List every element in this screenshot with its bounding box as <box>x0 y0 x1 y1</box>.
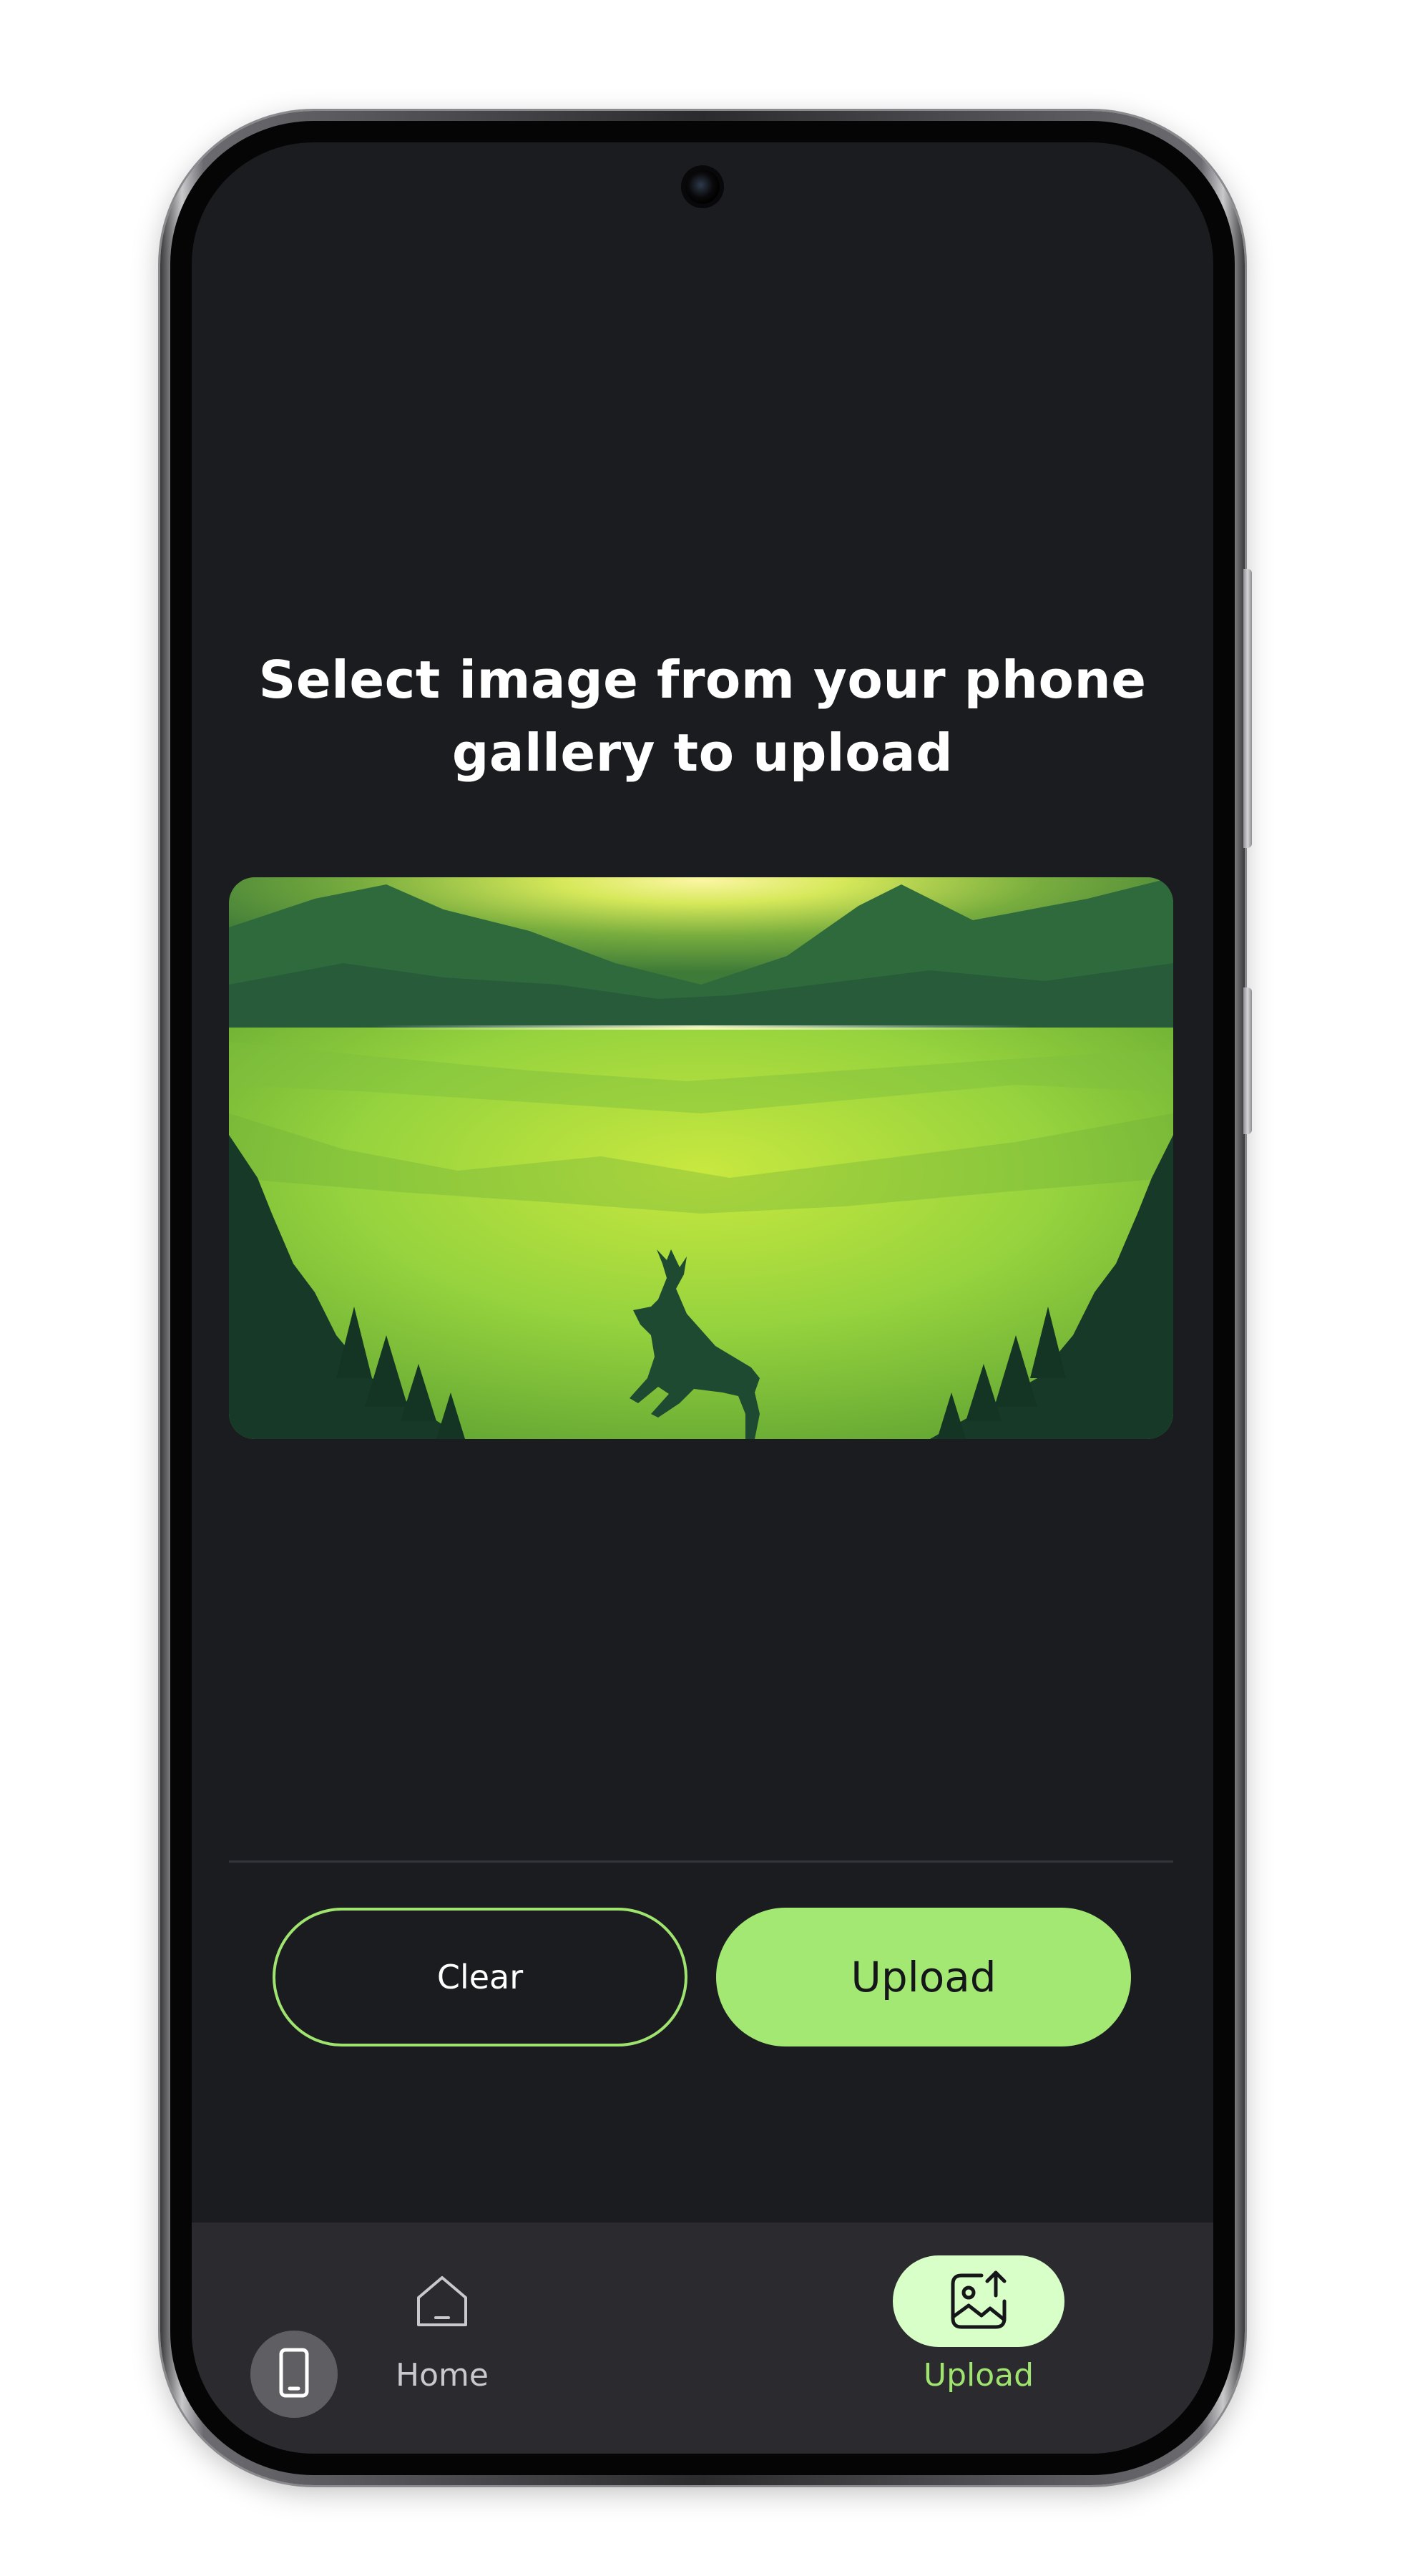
phone-frame: Select image from your phone gallery to … <box>160 111 1252 2485</box>
nav-item-upload-label: Upload <box>923 2357 1034 2394</box>
page-title: Select image from your phone gallery to … <box>249 643 1156 789</box>
clear-button-label: Clear <box>436 1958 524 1996</box>
selected-image-preview[interactable] <box>229 877 1173 1439</box>
page-title-line1: Select image from your phone <box>258 650 1147 710</box>
power-button <box>1243 987 1252 1134</box>
volume-button <box>1243 569 1252 848</box>
phone-device-icon <box>273 2347 315 2401</box>
front-camera <box>685 170 720 204</box>
upload-button[interactable]: Upload <box>716 1908 1131 2046</box>
bottom-navigation: Home Upload <box>192 2223 1213 2454</box>
nav-item-upload[interactable]: Upload <box>871 2255 1086 2394</box>
home-icon <box>356 2255 528 2347</box>
nav-item-home[interactable]: Home <box>363 2255 521 2394</box>
upload-button-label: Upload <box>851 1953 997 2001</box>
section-divider <box>229 1860 1173 1863</box>
landscape-deer-illustration <box>229 877 1173 1439</box>
app-screen: Select image from your phone gallery to … <box>192 142 1213 2454</box>
clear-button[interactable]: Clear <box>273 1908 687 2046</box>
nav-item-home-label: Home <box>396 2357 489 2394</box>
image-upload-icon <box>893 2255 1064 2347</box>
page-title-line2: gallery to upload <box>451 723 954 783</box>
floating-device-button[interactable] <box>250 2331 338 2418</box>
